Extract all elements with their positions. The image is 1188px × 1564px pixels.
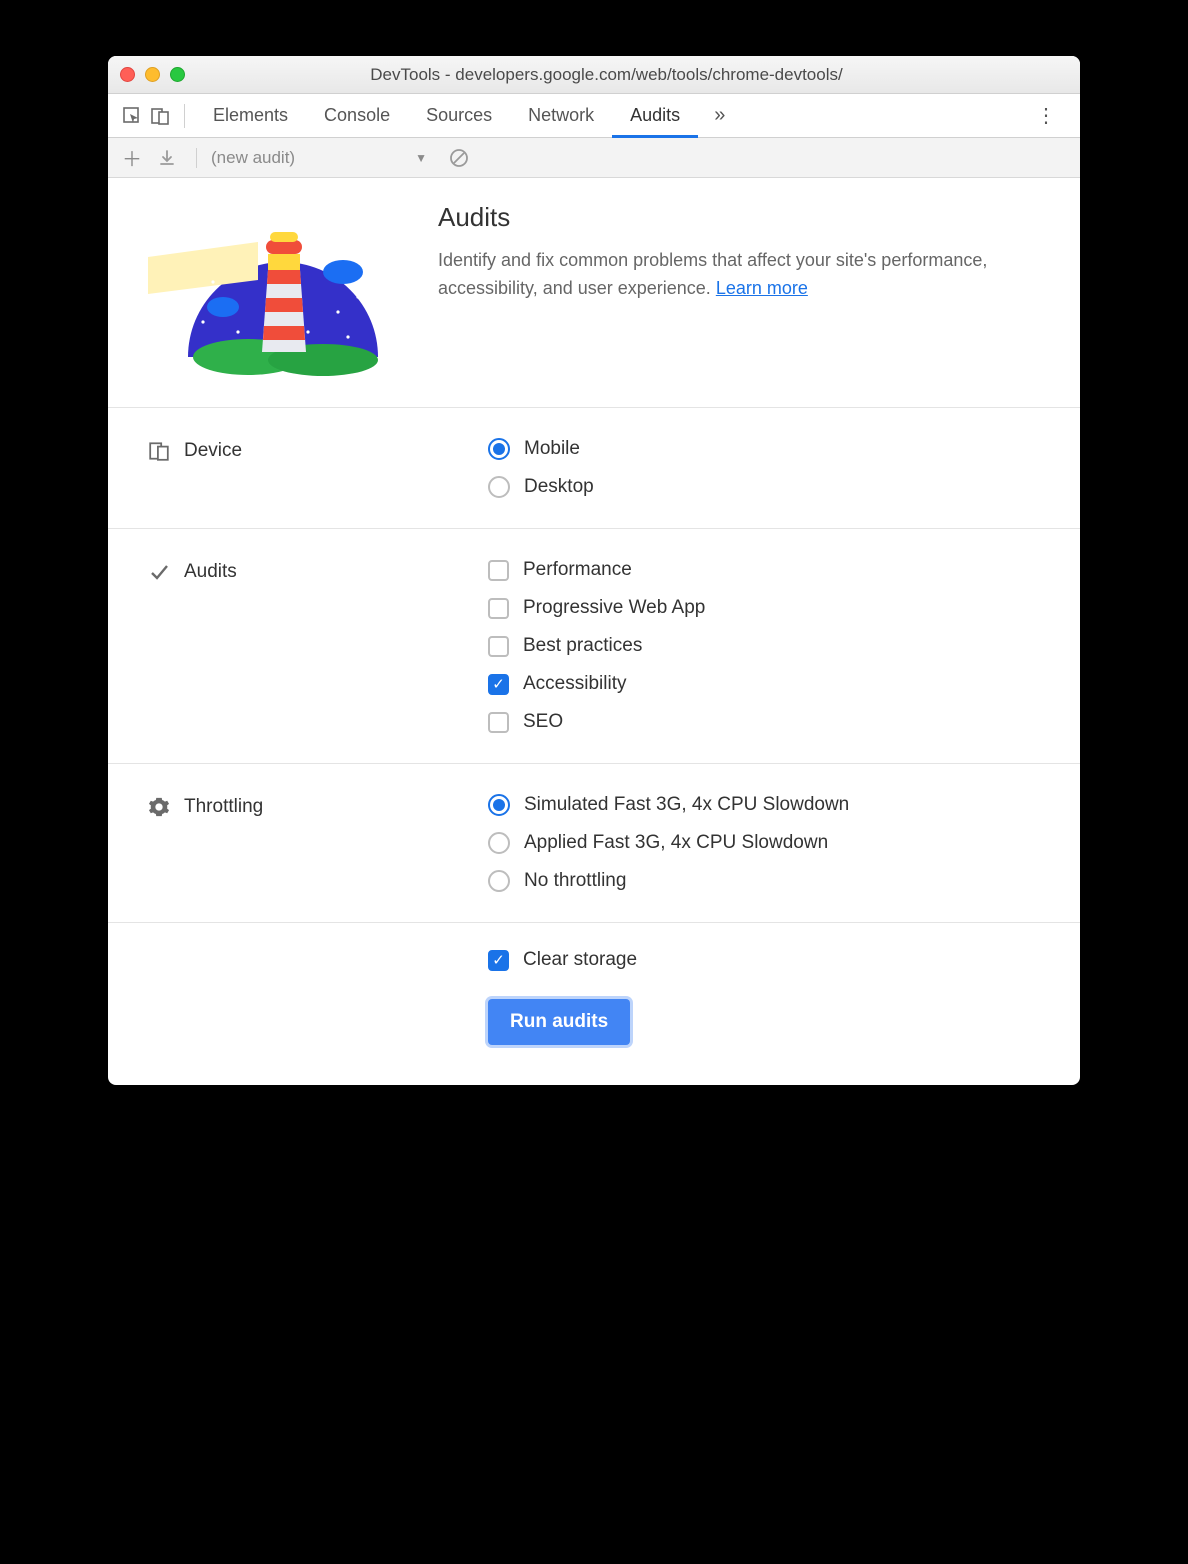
tab-console[interactable]: Console <box>306 94 408 138</box>
checkbox-icon <box>488 598 509 619</box>
device-options: Mobile Desktop <box>488 438 1040 498</box>
audit-select-label: (new audit) <box>211 148 295 168</box>
run-section: ✓ Clear storage Run audits <box>108 922 1080 1045</box>
audits-toolbar: ＋ (new audit) ▼ <box>108 138 1080 178</box>
throttling-section: Throttling Simulated Fast 3G, 4x CPU Slo… <box>108 763 1080 922</box>
tab-elements[interactable]: Elements <box>195 94 306 138</box>
audits-panel: Audits Identify and fix common problems … <box>108 178 1080 1085</box>
inspect-element-icon[interactable] <box>118 102 146 130</box>
chevron-down-icon: ▼ <box>415 151 427 165</box>
close-window-button[interactable] <box>120 67 135 82</box>
tab-network[interactable]: Network <box>510 94 612 138</box>
throttling-applied-radio[interactable]: Applied Fast 3G, 4x CPU Slowdown <box>488 832 1040 854</box>
audit-pwa-checkbox[interactable]: Progressive Web App <box>488 597 1040 619</box>
audit-seo-checkbox[interactable]: SEO <box>488 711 1040 733</box>
device-toolbar-icon[interactable] <box>146 102 174 130</box>
tab-audits[interactable]: Audits <box>612 94 698 138</box>
audits-label: Audits <box>148 559 488 733</box>
device-section: Device Mobile Desktop <box>108 407 1080 528</box>
window-title: DevTools - developers.google.com/web/too… <box>145 65 1068 85</box>
new-audit-icon[interactable]: ＋ <box>120 143 144 172</box>
tab-bar: Elements Console Sources Network Audits … <box>108 94 1080 138</box>
device-label: Device <box>148 438 488 498</box>
throttling-simulated-radio[interactable]: Simulated Fast 3G, 4x CPU Slowdown <box>488 794 1040 816</box>
intro: Audits Identify and fix common problems … <box>108 202 1080 407</box>
device-icon <box>148 440 170 462</box>
throttling-none-radio[interactable]: No throttling <box>488 870 1040 892</box>
audit-performance-checkbox[interactable]: Performance <box>488 559 1040 581</box>
checkbox-icon <box>488 712 509 733</box>
divider <box>184 104 185 128</box>
checkbox-icon: ✓ <box>488 674 509 695</box>
throttling-label: Throttling <box>148 794 488 892</box>
audit-accessibility-checkbox[interactable]: ✓ Accessibility <box>488 673 1040 695</box>
clear-icon[interactable] <box>449 148 473 168</box>
device-desktop-radio[interactable]: Desktop <box>488 476 1040 498</box>
learn-more-link[interactable]: Learn more <box>716 278 808 298</box>
audits-options: Performance Progressive Web App Best pra… <box>488 559 1040 733</box>
check-icon <box>148 561 170 583</box>
more-tabs-button[interactable]: » <box>698 104 741 127</box>
panel-heading: Audits <box>438 202 1040 233</box>
audits-section: Audits Performance Progressive Web App B… <box>108 528 1080 763</box>
radio-icon <box>488 476 510 498</box>
audit-bestpractices-checkbox[interactable]: Best practices <box>488 635 1040 657</box>
radio-icon <box>488 438 510 460</box>
checkbox-icon <box>488 636 509 657</box>
checkbox-icon <box>488 560 509 581</box>
radio-icon <box>488 870 510 892</box>
devtools-window: DevTools - developers.google.com/web/too… <box>108 56 1080 1085</box>
audit-select[interactable]: (new audit) ▼ <box>211 148 427 168</box>
radio-icon <box>488 794 510 816</box>
tab-sources[interactable]: Sources <box>408 94 510 138</box>
checkbox-icon: ✓ <box>488 950 509 971</box>
run-audits-button[interactable]: Run audits <box>488 999 630 1045</box>
kebab-menu-icon[interactable]: ⋮ <box>1022 103 1070 128</box>
download-icon[interactable] <box>158 149 182 167</box>
gear-icon <box>148 796 170 818</box>
throttling-options: Simulated Fast 3G, 4x CPU Slowdown Appli… <box>488 794 1040 892</box>
radio-icon <box>488 832 510 854</box>
intro-text: Audits Identify and fix common problems … <box>438 202 1040 303</box>
titlebar: DevTools - developers.google.com/web/too… <box>108 56 1080 94</box>
device-mobile-radio[interactable]: Mobile <box>488 438 1040 460</box>
divider <box>196 148 197 168</box>
lighthouse-illustration <box>148 202 408 377</box>
panel-description: Identify and fix common problems that af… <box>438 247 1040 303</box>
clear-storage-checkbox[interactable]: ✓ Clear storage <box>488 949 637 971</box>
